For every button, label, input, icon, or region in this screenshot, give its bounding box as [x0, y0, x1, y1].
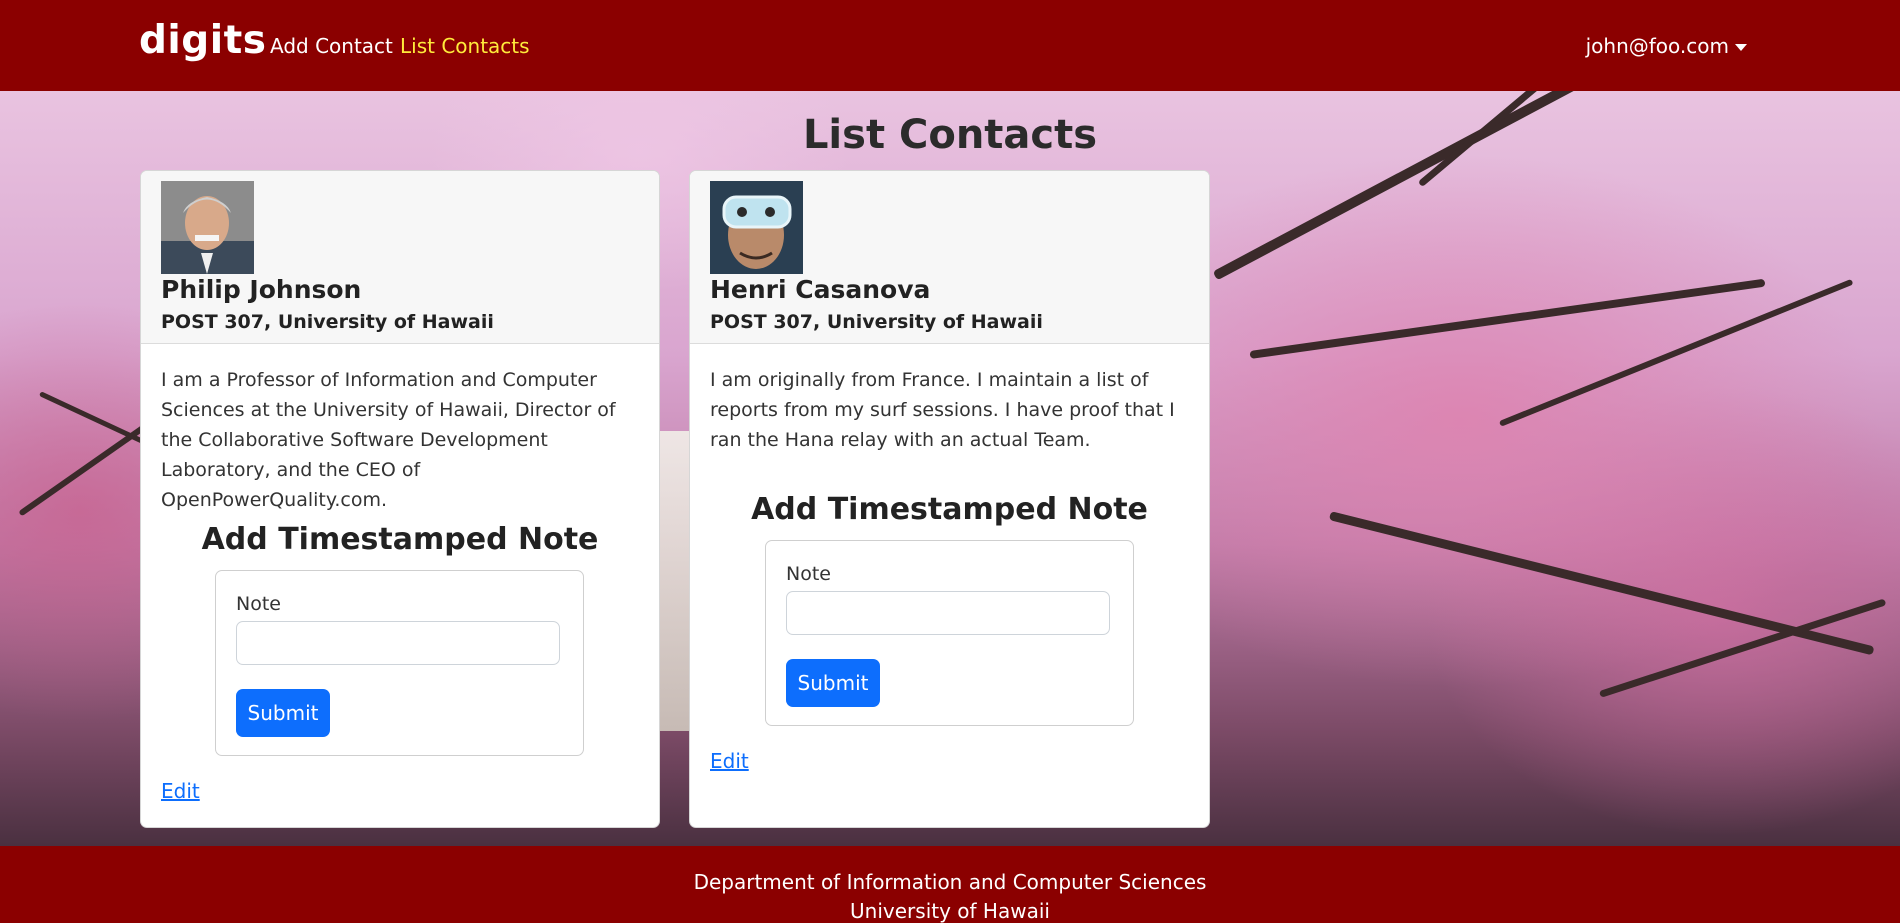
- user-email: john@foo.com: [1585, 34, 1729, 58]
- contact-card: Henri Casanova POST 307, University of H…: [689, 170, 1210, 828]
- card-header: Henri Casanova POST 307, University of H…: [690, 171, 1209, 344]
- note-form: Note Submit: [765, 540, 1134, 726]
- contact-avatar: [161, 181, 254, 274]
- note-form: Note Submit: [215, 570, 584, 756]
- page-title: List Contacts: [802, 112, 1098, 158]
- nav-list-contacts[interactable]: List Contacts: [400, 34, 530, 58]
- card-header: Philip Johnson POST 307, University of H…: [141, 171, 659, 344]
- footer-university: University of Hawaii: [850, 899, 1050, 923]
- note-input[interactable]: [236, 621, 560, 665]
- footer: Department of Information and Computer S…: [0, 846, 1900, 923]
- contact-address: POST 307, University of Hawaii: [710, 311, 1043, 333]
- submit-button[interactable]: Submit: [236, 689, 330, 737]
- contact-name: Philip Johnson: [161, 275, 362, 304]
- contact-address: POST 307, University of Hawaii: [161, 311, 494, 333]
- contact-avatar: [710, 181, 803, 274]
- note-input[interactable]: [786, 591, 1110, 635]
- contact-card: Philip Johnson POST 307, University of H…: [140, 170, 660, 828]
- footer-department: Department of Information and Computer S…: [693, 870, 1207, 894]
- submit-button[interactable]: Submit: [786, 659, 880, 707]
- contact-name: Henri Casanova: [710, 275, 931, 304]
- caret-down-icon: [1735, 44, 1747, 51]
- top-navbar: digits Add Contact List Contacts john@fo…: [0, 0, 1900, 91]
- edit-link[interactable]: Edit: [161, 779, 200, 803]
- note-label: Note: [236, 593, 281, 615]
- edit-link[interactable]: Edit: [710, 749, 749, 773]
- contact-bio: I am a Professor of Information and Comp…: [161, 369, 616, 511]
- note-form-title: Add Timestamped Note: [751, 492, 1148, 527]
- note-form-title: Add Timestamped Note: [201, 522, 599, 557]
- contact-bio: I am originally from France. I maintain …: [710, 369, 1175, 451]
- brand-logo[interactable]: digits: [139, 18, 266, 63]
- nav-add-contact[interactable]: Add Contact: [270, 34, 393, 58]
- user-dropdown[interactable]: john@foo.com: [1586, 34, 1747, 58]
- note-label: Note: [786, 563, 831, 585]
